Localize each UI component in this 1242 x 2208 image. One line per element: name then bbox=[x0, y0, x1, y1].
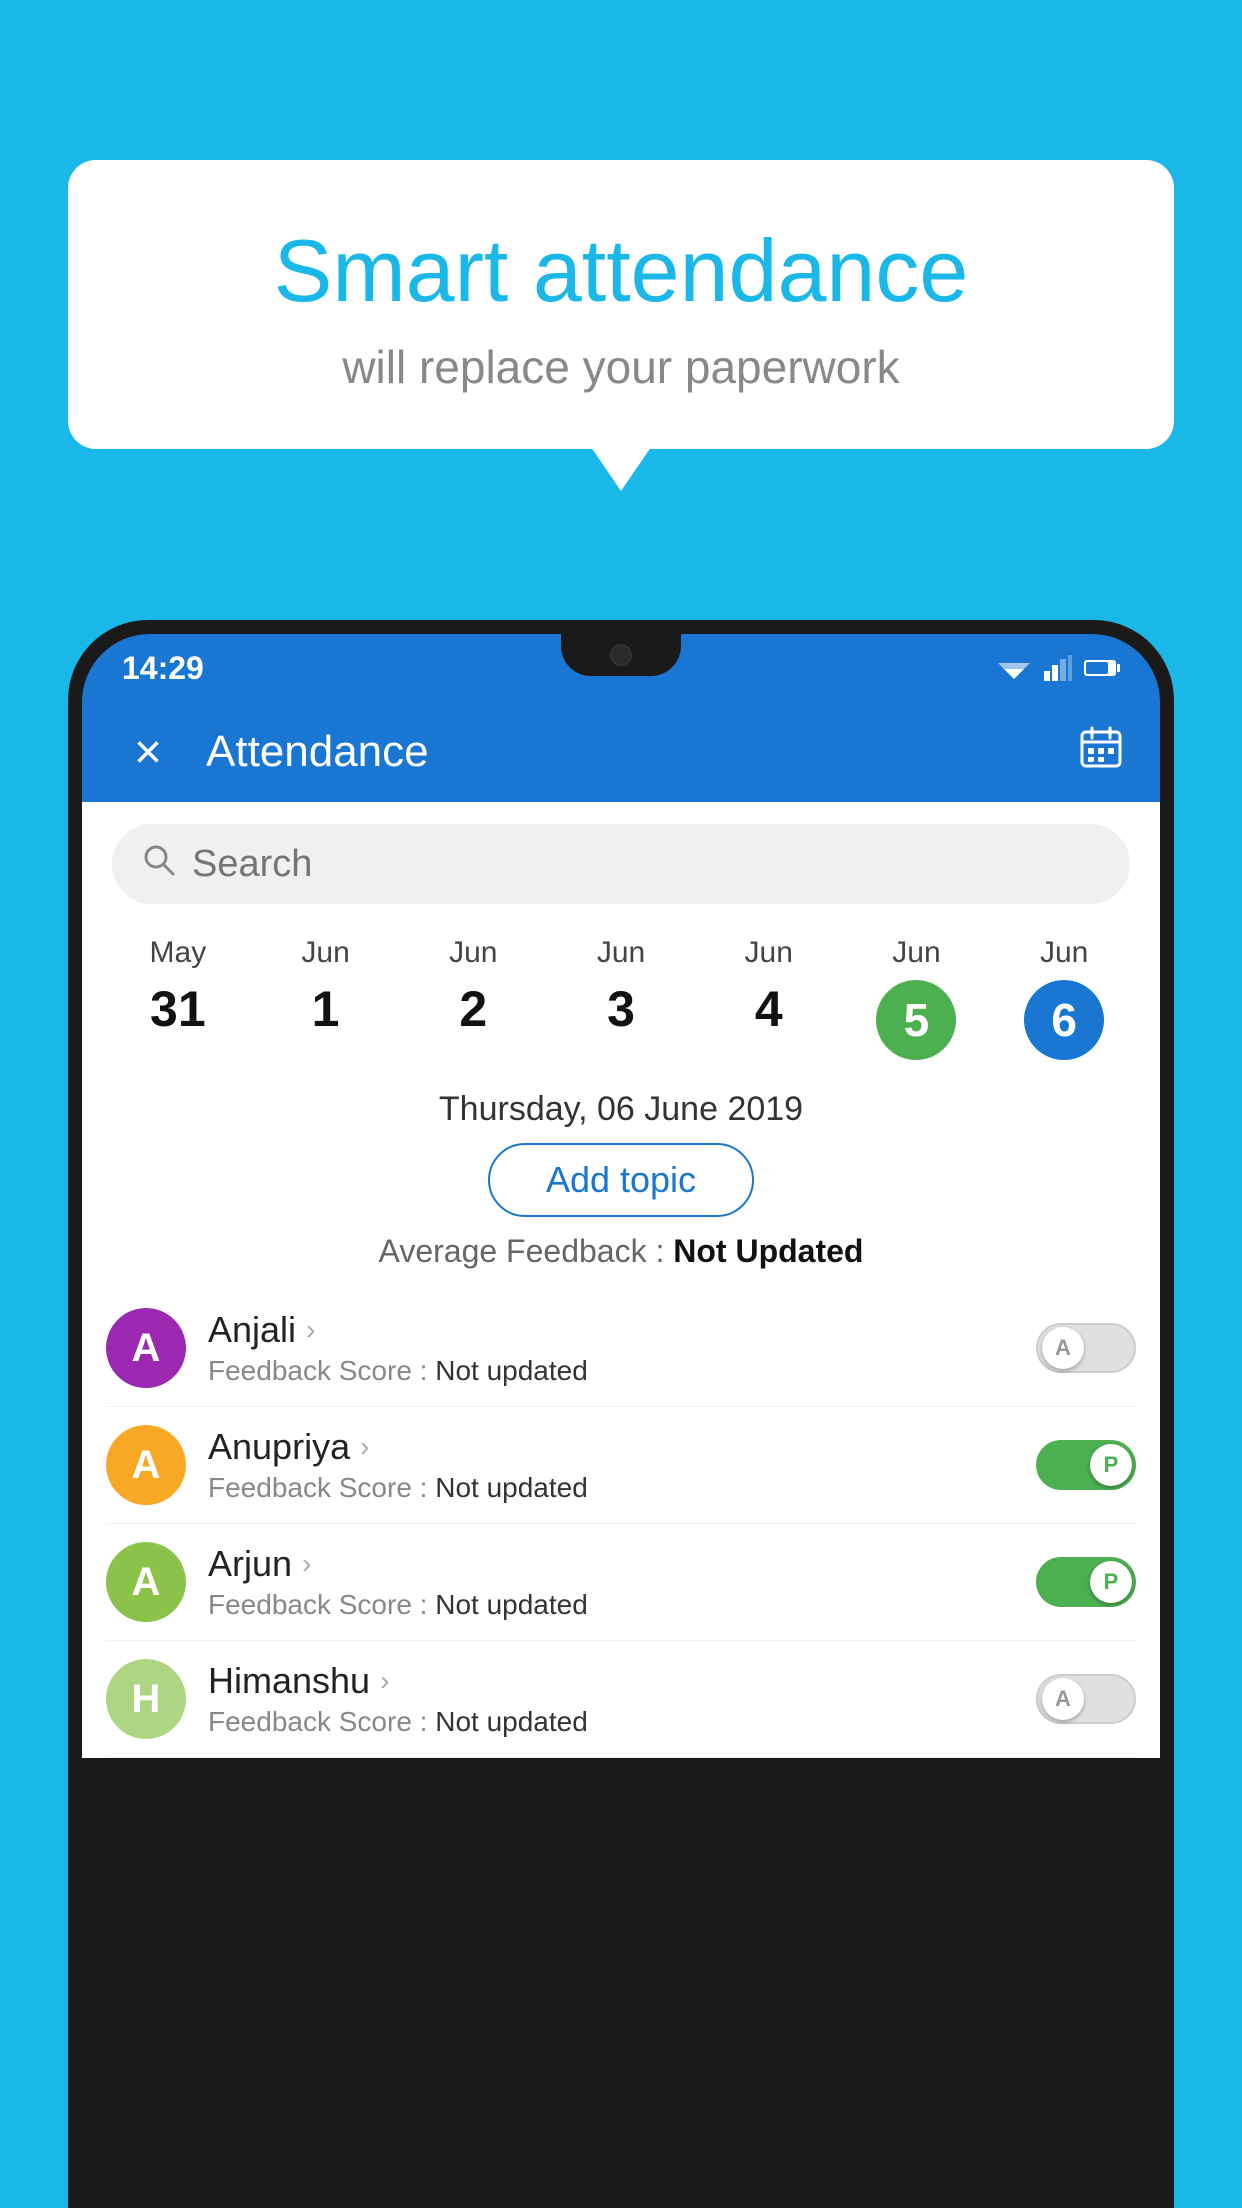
toggle-knob-2: P bbox=[1090, 1561, 1132, 1603]
status-bar: 14:29 bbox=[82, 634, 1160, 702]
student-feedback-0: Feedback Score : Not updated bbox=[208, 1355, 1014, 1387]
student-name-2: Arjun › bbox=[208, 1543, 1014, 1585]
student-avatar-3: H bbox=[106, 1659, 186, 1739]
toggle-1[interactable]: P bbox=[1036, 1440, 1136, 1490]
toggle-knob-3: A bbox=[1042, 1678, 1084, 1720]
date-month-1: Jun bbox=[301, 936, 349, 970]
status-time: 14:29 bbox=[122, 650, 204, 687]
notch-camera bbox=[610, 644, 632, 666]
date-month-2: Jun bbox=[449, 936, 497, 970]
date-day-5: 5 bbox=[876, 980, 956, 1060]
avg-feedback-label: Average Feedback : bbox=[379, 1233, 665, 1269]
date-month-0: May bbox=[150, 936, 207, 970]
date-cell-5[interactable]: Jun 5 bbox=[843, 922, 991, 1074]
toggle-container-1[interactable]: P bbox=[1036, 1440, 1136, 1490]
toggle-container-3[interactable]: A bbox=[1036, 1674, 1136, 1724]
student-avatar-1: A bbox=[106, 1425, 186, 1505]
date-month-6: Jun bbox=[1040, 936, 1088, 970]
student-info-2: Arjun › Feedback Score : Not updated bbox=[208, 1543, 1014, 1621]
close-button[interactable]: × bbox=[118, 725, 178, 780]
date-day-0: 31 bbox=[150, 980, 206, 1038]
date-strip: May 31 Jun 1 Jun 2 Jun 3 Jun 4 Jun 5 Jun 6 bbox=[82, 922, 1160, 1074]
search-bar[interactable] bbox=[112, 824, 1130, 904]
student-name-1: Anupriya › bbox=[208, 1426, 1014, 1468]
add-topic-button[interactable]: Add topic bbox=[488, 1143, 754, 1217]
date-day-3: 3 bbox=[607, 980, 635, 1038]
avg-feedback: Average Feedback : Not Updated bbox=[82, 1233, 1160, 1270]
toggle-container-2[interactable]: P bbox=[1036, 1557, 1136, 1607]
student-item-0[interactable]: A Anjali › Feedback Score : Not updated A bbox=[106, 1290, 1136, 1407]
student-info-3: Himanshu › Feedback Score : Not updated bbox=[208, 1660, 1014, 1738]
toggle-2[interactable]: P bbox=[1036, 1557, 1136, 1607]
date-day-6: 6 bbox=[1024, 980, 1104, 1060]
date-day-1: 1 bbox=[312, 980, 340, 1038]
student-feedback-1: Feedback Score : Not updated bbox=[208, 1472, 1014, 1504]
student-info-0: Anjali › Feedback Score : Not updated bbox=[208, 1309, 1014, 1387]
wifi-icon bbox=[996, 655, 1032, 681]
student-avatar-2: A bbox=[106, 1542, 186, 1622]
phone-inner: 14:29 bbox=[82, 634, 1160, 2208]
battery-icon bbox=[1084, 658, 1120, 678]
toggle-3[interactable]: A bbox=[1036, 1674, 1136, 1724]
date-month-3: Jun bbox=[597, 936, 645, 970]
status-icons bbox=[996, 655, 1120, 681]
date-cell-1[interactable]: Jun 1 bbox=[252, 922, 400, 1074]
date-cell-4[interactable]: Jun 4 bbox=[695, 922, 843, 1074]
date-day-2: 2 bbox=[459, 980, 487, 1038]
chevron-icon-1: › bbox=[360, 1431, 369, 1463]
student-name-0: Anjali › bbox=[208, 1309, 1014, 1351]
date-cell-3[interactable]: Jun 3 bbox=[547, 922, 695, 1074]
date-cell-6[interactable]: Jun 6 bbox=[990, 922, 1138, 1074]
calendar-icon[interactable] bbox=[1078, 724, 1124, 780]
student-item-1[interactable]: A Anupriya › Feedback Score : Not updated P bbox=[106, 1407, 1136, 1524]
toggle-0[interactable]: A bbox=[1036, 1323, 1136, 1373]
phone-content: May 31 Jun 1 Jun 2 Jun 3 Jun 4 Jun 5 Jun 6 Thursday, … bbox=[82, 802, 1160, 1758]
toggle-knob-1: P bbox=[1090, 1444, 1132, 1486]
date-cell-0[interactable]: May 31 bbox=[104, 922, 252, 1074]
student-item-3[interactable]: H Himanshu › Feedback Score : Not updated A bbox=[106, 1641, 1136, 1758]
phone-frame: 14:29 bbox=[68, 620, 1174, 2208]
chevron-icon-2: › bbox=[302, 1548, 311, 1580]
signal-icon bbox=[1044, 655, 1072, 681]
bubble-title: Smart attendance bbox=[148, 220, 1094, 322]
bubble-subtitle: will replace your paperwork bbox=[148, 340, 1094, 394]
speech-bubble: Smart attendance will replace your paper… bbox=[68, 160, 1174, 449]
student-name-3: Himanshu › bbox=[208, 1660, 1014, 1702]
student-info-1: Anupriya › Feedback Score : Not updated bbox=[208, 1426, 1014, 1504]
student-feedback-2: Feedback Score : Not updated bbox=[208, 1589, 1014, 1621]
search-icon bbox=[142, 843, 176, 886]
selected-date-info: Thursday, 06 June 2019 bbox=[82, 1074, 1160, 1143]
toggle-knob-0: A bbox=[1042, 1327, 1084, 1369]
avg-feedback-value: Not Updated bbox=[673, 1233, 863, 1269]
search-input[interactable] bbox=[192, 843, 1100, 886]
speech-bubble-container: Smart attendance will replace your paper… bbox=[68, 160, 1174, 449]
chevron-icon-3: › bbox=[380, 1665, 389, 1697]
student-avatar-0: A bbox=[106, 1308, 186, 1388]
date-cell-2[interactable]: Jun 2 bbox=[399, 922, 547, 1074]
date-day-4: 4 bbox=[755, 980, 783, 1038]
student-item-2[interactable]: A Arjun › Feedback Score : Not updated P bbox=[106, 1524, 1136, 1641]
student-feedback-3: Feedback Score : Not updated bbox=[208, 1706, 1014, 1738]
notch bbox=[561, 634, 681, 676]
student-list: AAnjali ›Feedback Score : Not updatedAAA… bbox=[82, 1290, 1160, 1758]
date-month-4: Jun bbox=[745, 936, 793, 970]
chevron-icon-0: › bbox=[306, 1314, 315, 1346]
app-bar: × Attendance bbox=[82, 702, 1160, 802]
toggle-container-0[interactable]: A bbox=[1036, 1323, 1136, 1373]
app-title: Attendance bbox=[206, 727, 1078, 777]
date-month-5: Jun bbox=[892, 936, 940, 970]
